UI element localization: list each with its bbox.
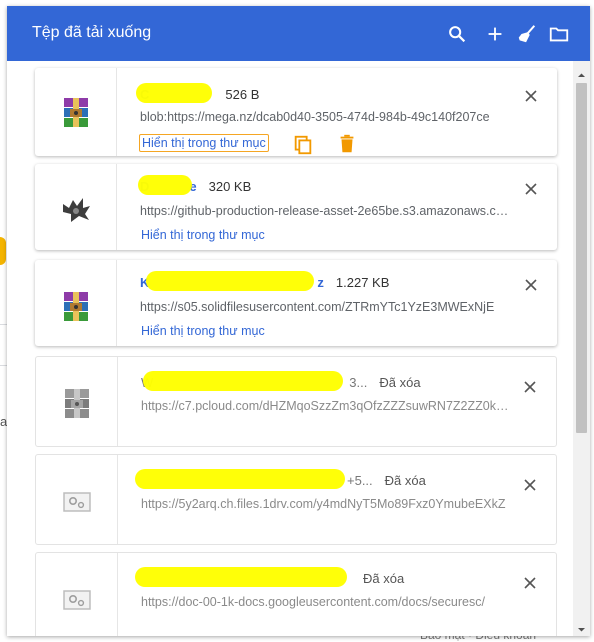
- file-name[interactable]: Kz: [140, 271, 324, 291]
- scroll-down-icon[interactable]: [577, 621, 586, 632]
- scroll-up-icon[interactable]: [577, 67, 586, 77]
- close-icon[interactable]: [523, 88, 539, 104]
- scrollbar[interactable]: [573, 61, 590, 636]
- redaction-highlight: [135, 567, 347, 587]
- clear-all-icon[interactable]: [516, 23, 538, 45]
- winrar-icon: [59, 290, 93, 324]
- file-name[interactable]: +5...: [135, 469, 373, 489]
- copy-icon[interactable]: [292, 134, 314, 156]
- show-in-folder-link[interactable]: Hiển thị trong thư mục: [139, 227, 267, 243]
- download-item: +5... Đã xóa https://5y2arq.ch.files.1drv…: [35, 454, 557, 545]
- download-item: W3... Đã xóa https://c7.pcloud.com/dHZMqo…: [35, 356, 557, 447]
- winrar-gray-icon: [60, 387, 94, 421]
- show-in-folder-link[interactable]: Hiển thị trong thư mục: [139, 323, 267, 339]
- redaction-highlight: [136, 83, 212, 103]
- file-size: 320 KB: [208, 179, 252, 194]
- download-item: Kz 1.227 KB https://s05.solidfilesusercon…: [35, 260, 557, 346]
- bg-page-indicator: [0, 237, 6, 265]
- file-name[interactable]: De: [138, 175, 197, 195]
- winrar-icon: [59, 96, 93, 130]
- file-name[interactable]: C: [136, 83, 213, 103]
- redaction-highlight: [146, 271, 314, 291]
- search-icon[interactable]: [446, 23, 468, 45]
- download-item: C 526 B blob:https://mega.nz/dcab0d40-350…: [35, 68, 557, 156]
- file-name[interactable]: [135, 567, 351, 587]
- page-title: Tệp đã tải xuống: [32, 24, 152, 41]
- scrollbar-thumb[interactable]: [576, 83, 587, 433]
- delete-icon[interactable]: [336, 133, 358, 155]
- downloads-dialog: Tệp đã tải xuống 526 B blob:https://mega…: [7, 6, 590, 636]
- close-icon[interactable]: [522, 575, 538, 591]
- generic-file-icon: [60, 485, 94, 519]
- file-url: blob:https://mega.nz/dcab0d40-3505-474d-…: [140, 110, 490, 124]
- file-url: https://s05.solidfilesusercontent.com/ZT…: [140, 300, 495, 314]
- status-badge: Đã xóa: [363, 571, 405, 586]
- close-icon[interactable]: [523, 277, 539, 293]
- file-url: https://doc-00-1k-docs.googleusercontent…: [141, 595, 485, 609]
- download-item: De 320 KB https://github-production-relea…: [35, 164, 557, 250]
- download-list: C 526 B blob:https://mega.nz/dcab0d40-350…: [7, 61, 573, 636]
- folder-icon[interactable]: [548, 23, 570, 45]
- file-name[interactable]: W3...: [141, 371, 367, 391]
- redaction-highlight: [143, 371, 343, 391]
- file-url: https://c7.pcloud.com/dHZMqoSzzZm3qOfzZZ…: [141, 399, 511, 413]
- close-icon[interactable]: [523, 181, 539, 197]
- add-icon[interactable]: [484, 23, 506, 45]
- app-icon: [59, 192, 93, 226]
- redaction-highlight: [138, 175, 192, 195]
- generic-file-icon: [60, 583, 94, 617]
- close-icon[interactable]: [522, 379, 538, 395]
- file-url: https://5y2arq.ch.files.1drv.com/y4mdNyT…: [141, 497, 506, 511]
- redaction-highlight: [135, 469, 345, 489]
- show-in-folder-link[interactable]: Hiển thị trong thư mục: [139, 134, 269, 152]
- download-item: Đã xóa https://doc-00-1k-docs.googleuser…: [35, 552, 557, 636]
- status-badge: Đã xóa: [384, 473, 426, 488]
- file-size: 1.227 KB: [335, 275, 390, 290]
- file-url: https://github-production-release-asset-…: [140, 204, 510, 218]
- status-badge: Đã xóa: [379, 375, 421, 390]
- file-size: 526 B: [225, 87, 260, 102]
- header-bar: Tệp đã tải xuống: [7, 6, 590, 61]
- close-icon[interactable]: [522, 477, 538, 493]
